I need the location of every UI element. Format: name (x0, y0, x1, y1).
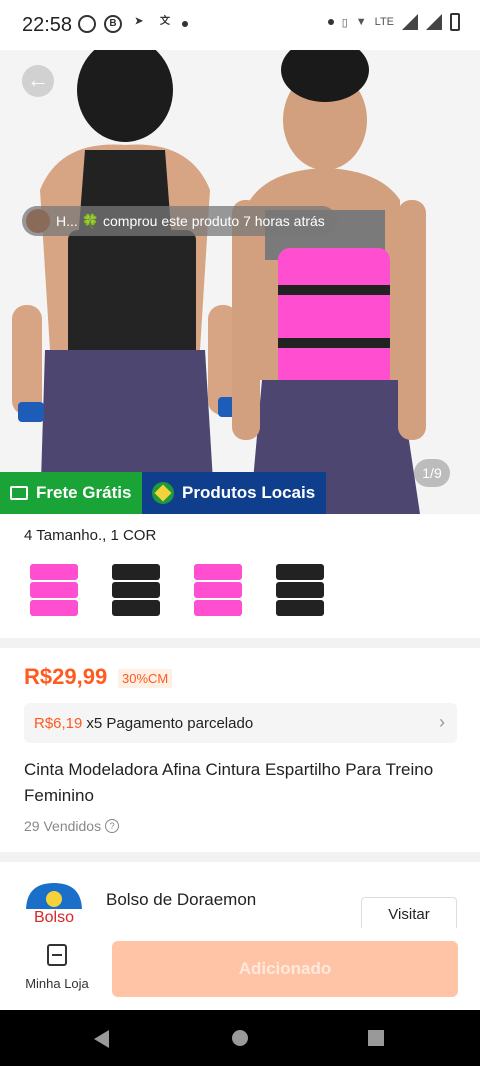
belt-bottom (112, 600, 160, 616)
nav-back-icon[interactable] (94, 1030, 109, 1048)
wifi-icon: ▼ (355, 16, 367, 28)
belt-mid (112, 582, 160, 598)
variant-thumb[interactable] (24, 556, 84, 620)
variant-thumb[interactable] (270, 556, 330, 620)
variants-summary[interactable]: 4 Tamanho., 1 COR (24, 527, 156, 544)
system-icons: ▯ ▼ LTE (327, 13, 460, 31)
battery-icon (450, 13, 460, 31)
more-notifications-icon (182, 21, 188, 27)
signal-icon (402, 14, 418, 30)
installment-text: x5 Pagamento parcelado (86, 714, 254, 732)
free-shipping-label: Frete Grátis (36, 483, 132, 502)
notification-icons: B ➤ 文 (78, 15, 188, 33)
my-store-label: Minha Loja (25, 976, 89, 991)
volte-icon: LTE (374, 16, 394, 28)
belt-top (276, 564, 324, 580)
signal-2-icon (426, 14, 442, 30)
sold-count: 29 Vendidos ? (24, 818, 120, 834)
local-products-label: Produtos Locais (182, 483, 316, 502)
belt-top (112, 564, 160, 580)
product-image-carousel[interactable] (0, 50, 480, 514)
variant-thumb[interactable] (106, 556, 166, 620)
store-icon (47, 944, 67, 966)
product-photo (0, 50, 480, 514)
arrow-left-icon: ← (27, 67, 49, 92)
help-icon[interactable]: ? (105, 819, 120, 833)
status-bar: 22:58 B ➤ 文 ▯ ▼ LTE (0, 0, 480, 50)
divider (0, 852, 480, 862)
badges: Frete Grátis Produtos Locais (0, 472, 326, 514)
brazil-flag-icon (152, 482, 174, 504)
vibrate-icon: ▯ (341, 16, 348, 29)
belt-top (30, 564, 78, 580)
belt-top (194, 564, 242, 580)
shop-logo-text: Bolso (34, 909, 74, 925)
system-nav-bar (0, 1010, 480, 1066)
belt-mid (194, 582, 242, 598)
belt-bottom (276, 600, 324, 616)
discount-badge: 30%CM (118, 669, 173, 688)
my-store-button[interactable]: Minha Loja (22, 944, 92, 991)
whatsapp-icon (78, 15, 96, 33)
translate-icon: 文 (160, 16, 170, 27)
nav-home-icon[interactable] (232, 1030, 248, 1046)
telegram-icon: ➤ (134, 16, 144, 27)
nav-recents-icon[interactable] (368, 1030, 384, 1046)
image-pager: 1/9 (414, 459, 450, 487)
b-app-icon: B (104, 15, 122, 33)
sold-text: 29 Vendidos (24, 818, 102, 834)
belt-mid (30, 582, 78, 598)
buyer-avatar (26, 209, 50, 233)
variant-thumb[interactable] (188, 556, 248, 620)
status-time: 22:58 (22, 14, 73, 36)
purchase-toast: H... 🍀 comprou este produto 7 horas atrá… (22, 206, 337, 236)
back-button[interactable]: ← (22, 65, 54, 97)
free-shipping-badge: Frete Grátis (0, 472, 142, 514)
local-products-badge: Produtos Locais (142, 472, 326, 514)
toast-text: H... 🍀 comprou este produto 7 horas atrá… (56, 212, 325, 229)
variant-thumbnails (24, 556, 330, 620)
product-title: Cinta Modeladora Afina Cintura Espartilh… (24, 760, 434, 805)
belt-bottom (194, 600, 242, 616)
chevron-right-icon: › (439, 712, 445, 732)
installment-amount: R$6,19 (34, 714, 83, 732)
belt-bottom (30, 600, 78, 616)
shop-name[interactable]: Bolso de Doraemon (106, 890, 256, 910)
truck-icon (10, 486, 28, 500)
belt-mid (276, 582, 324, 598)
divider (0, 638, 480, 648)
installment-row[interactable]: R$6,19 x5 Pagamento parcelado › (24, 703, 457, 743)
shop-logo[interactable]: Bolso (22, 881, 86, 925)
product-price: R$29,99 (24, 664, 108, 689)
dot-icon (327, 19, 334, 25)
added-button[interactable]: Adicionado (112, 941, 458, 997)
